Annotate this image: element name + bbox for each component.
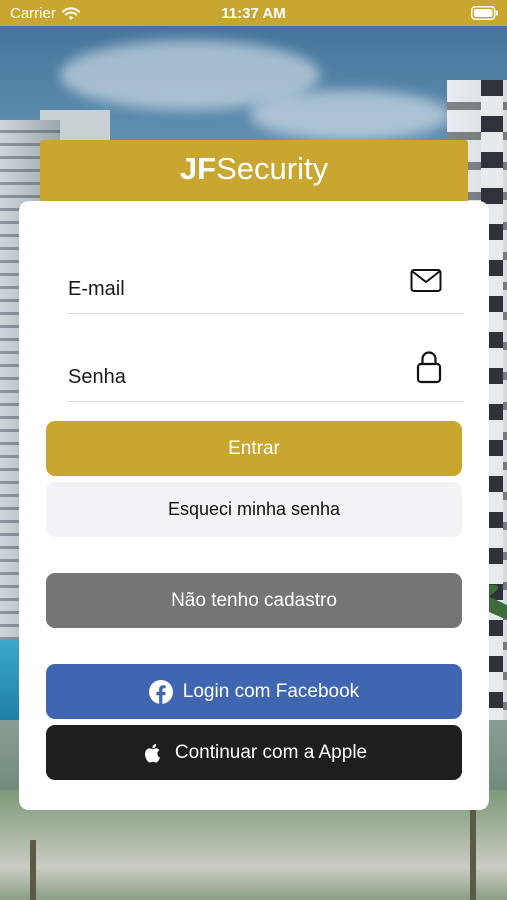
brand-logo-bold: JF bbox=[179, 151, 217, 186]
status-bar: Carrier 11:37 AM bbox=[0, 0, 507, 26]
login-button[interactable]: Entrar bbox=[46, 421, 462, 476]
apple-login-button[interactable]: Continuar com a Apple bbox=[46, 725, 462, 780]
login-button-label: Entrar bbox=[228, 437, 280, 459]
brand-logo-text: Security bbox=[216, 151, 329, 186]
login-card: Entrar Esqueci minha senha Não tenho cad… bbox=[19, 201, 489, 810]
apple-icon bbox=[144, 743, 160, 763]
status-time: 11:37 AM bbox=[221, 5, 286, 22]
mail-icon bbox=[410, 269, 442, 292]
email-field bbox=[68, 256, 464, 314]
facebook-login-button[interactable]: Login com Facebook bbox=[46, 664, 462, 719]
forgot-password-label: Esqueci minha senha bbox=[167, 499, 341, 519]
register-button[interactable]: Não tenho cadastro bbox=[46, 573, 462, 628]
lock-icon bbox=[416, 351, 442, 384]
forgot-password-button[interactable]: Esqueci minha senha bbox=[46, 482, 462, 537]
apple-button-label: Continuar com a Apple bbox=[174, 741, 368, 763]
facebook-icon bbox=[148, 679, 173, 704]
email-input[interactable] bbox=[68, 272, 398, 306]
password-field bbox=[68, 344, 464, 402]
password-input[interactable] bbox=[68, 360, 398, 394]
battery-icon bbox=[471, 6, 498, 20]
brand-header: JF Security bbox=[40, 140, 468, 204]
facebook-button-label: Login com Facebook bbox=[182, 680, 360, 702]
register-button-label: Não tenho cadastro bbox=[171, 589, 337, 611]
